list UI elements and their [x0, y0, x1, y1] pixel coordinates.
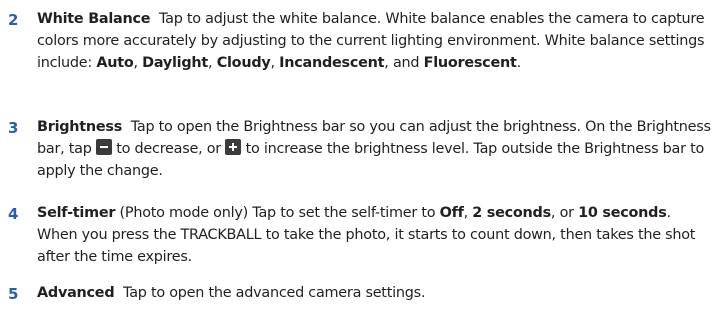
minus-icon — [95, 138, 112, 155]
item-content: Advanced Tap to open the advanced camera… — [37, 283, 715, 305]
conjunction-text: or — [559, 205, 574, 221]
item-number: 5 — [8, 285, 19, 303]
manual-page: 2 White Balance Tap to adjust the white … — [0, 0, 719, 311]
item-content: White Balance Tap to adjust the white ba… — [37, 11, 705, 71]
option-auto: Auto — [96, 54, 134, 71]
plus-icon — [225, 138, 242, 155]
item-content: Brightness Tap to open the Brightness ba… — [37, 117, 715, 182]
item-title: Advanced — [37, 285, 115, 301]
sentence-end: . — [516, 54, 522, 71]
option-fluorescent: Fluorescent — [423, 54, 517, 71]
item-title: White Balance — [37, 11, 151, 27]
option-cloudy: Cloudy — [216, 54, 271, 71]
item-text: (Photo mode only) Tap to set the self-ti… — [119, 205, 436, 221]
item-number: 3 — [8, 119, 19, 137]
option-2-seconds: 2 seconds — [472, 205, 551, 221]
item-title: Brightness — [37, 119, 123, 135]
conjunction-text: and — [392, 54, 420, 71]
option-incandescent: Incandescent — [279, 54, 385, 71]
item-content: Self-timer (Photo mode only) Tap to set … — [37, 205, 696, 265]
item-text-2: to decrease, or — [116, 140, 221, 157]
item-title: Self-timer — [37, 205, 116, 221]
item-text: Tap to open the advanced camera settings… — [123, 285, 426, 301]
option-10-seconds: 10 seconds — [578, 205, 667, 221]
option-off: Off — [439, 205, 464, 221]
option-daylight: Daylight — [142, 54, 209, 71]
item-number: 2 — [8, 11, 19, 29]
item-number: 4 — [8, 205, 19, 223]
